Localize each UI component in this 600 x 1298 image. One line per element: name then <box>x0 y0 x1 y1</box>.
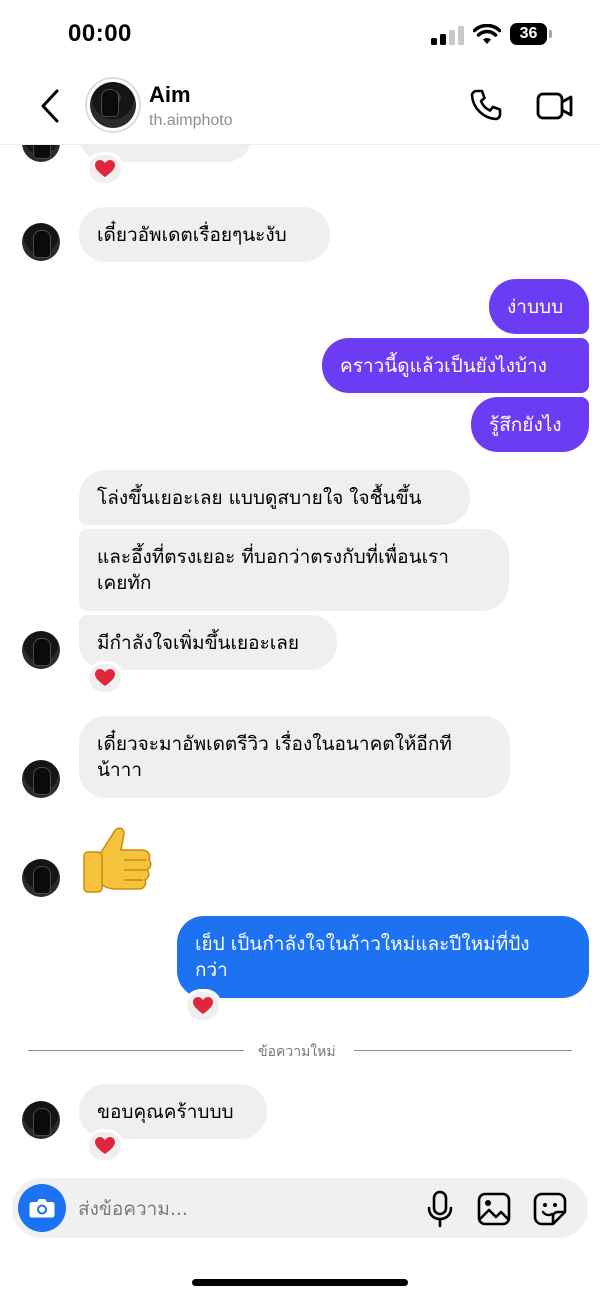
cellular-signal-icon <box>431 25 465 45</box>
outgoing-message[interactable]: เย็ป เป็นกำลังใจในก้าวใหม่และปีใหม่ที่ปั… <box>177 916 589 998</box>
sender-avatar[interactable] <box>22 631 60 669</box>
thumbs-up-emoji[interactable] <box>80 822 154 898</box>
message-input[interactable] <box>78 1194 398 1224</box>
wifi-icon <box>473 24 501 44</box>
new-messages-divider: ข้อความใหม่ <box>258 1044 336 1060</box>
back-chevron-icon[interactable] <box>38 88 64 124</box>
battery-cap <box>549 30 552 38</box>
header-avatar[interactable] <box>90 82 136 128</box>
heart-reaction-icon <box>95 160 115 177</box>
outgoing-message[interactable]: รู้สึกยังไง <box>471 397 589 452</box>
incoming-message[interactable]: มีกำลังใจเพิ่มขึ้นเยอะเลย <box>79 615 337 670</box>
sender-avatar[interactable] <box>22 859 60 897</box>
chat-header: Aim th.aimphoto <box>0 70 600 145</box>
phone-icon[interactable] <box>469 88 503 122</box>
camera-icon <box>29 1199 55 1218</box>
gallery-icon[interactable] <box>476 1191 512 1227</box>
incoming-message[interactable]: เดี๋ยวอัพเดตเรื่อยๆนะงับ <box>79 207 330 262</box>
video-camera-icon[interactable] <box>536 91 574 121</box>
status-time: 00:00 <box>68 20 132 47</box>
heart-reaction[interactable] <box>86 1129 124 1163</box>
contact-name[interactable]: Aim <box>149 82 191 108</box>
divider-line-right <box>354 1050 572 1051</box>
battery-indicator: 36 <box>510 23 547 45</box>
contact-username[interactable]: th.aimphoto <box>149 112 233 130</box>
heart-reaction[interactable] <box>184 989 222 1023</box>
home-indicator[interactable] <box>192 1279 408 1286</box>
outgoing-message[interactable]: คราวนี้ดูแล้วเป็นยังไงบ้าง <box>322 338 589 393</box>
sender-avatar[interactable] <box>22 760 60 798</box>
incoming-message[interactable]: เดี๋ยวจะมาอัพเดตรีวิว เรื่องในอนาคตให้อี… <box>79 716 510 798</box>
sender-avatar[interactable] <box>22 223 60 261</box>
microphone-icon[interactable] <box>425 1190 455 1228</box>
divider-line-left <box>28 1050 244 1051</box>
sticker-icon[interactable] <box>532 1191 568 1227</box>
camera-button[interactable] <box>18 1184 66 1232</box>
heart-reaction-icon <box>193 997 213 1014</box>
heart-reaction[interactable] <box>86 152 124 186</box>
sender-avatar[interactable] <box>22 1101 60 1139</box>
outgoing-message[interactable]: ง่าบบบ <box>489 279 589 334</box>
incoming-message[interactable]: โล่งขึ้นเยอะเลย แบบดูสบายใจ ใจชื้นขึ้น <box>79 470 470 525</box>
heart-reaction-icon <box>95 1137 115 1154</box>
heart-reaction[interactable] <box>86 661 124 695</box>
heart-reaction-icon <box>95 669 115 686</box>
incoming-message[interactable]: และอึ้งที่ตรงเยอะ ที่บอกว่าตรงกับที่เพื่… <box>79 529 509 611</box>
